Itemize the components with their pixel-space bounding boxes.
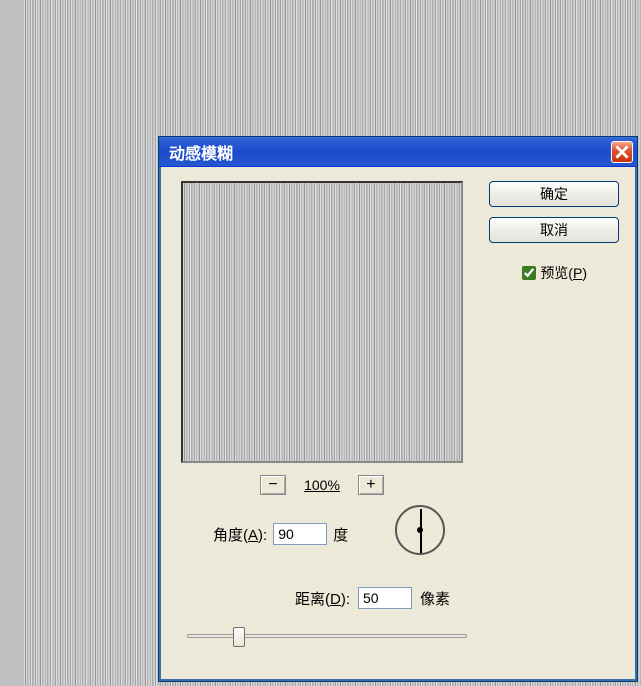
distance-unit: 像素 — [420, 588, 450, 609]
motion-blur-dialog: 动感模糊 − 100% + 确定 取消 预览(P) — [158, 136, 638, 682]
preview-label: 预览(P) — [540, 263, 587, 283]
distance-input[interactable] — [358, 587, 412, 609]
preview-checkbox-row[interactable]: 预览(P) — [522, 263, 587, 283]
cancel-button[interactable]: 取消 — [489, 217, 619, 243]
zoom-in-button[interactable]: + — [358, 475, 384, 495]
distance-row: 距离(D): 像素 — [295, 587, 450, 609]
dialog-body: − 100% + 确定 取消 预览(P) 角度(A): 度 — [163, 169, 633, 677]
angle-dial[interactable] — [395, 505, 449, 559]
preview-texture-overlay — [183, 183, 461, 461]
close-button[interactable] — [611, 141, 633, 163]
dial-center — [417, 527, 423, 533]
zoom-controls: − 100% + — [181, 471, 463, 499]
preview-area[interactable] — [181, 181, 463, 463]
angle-input[interactable] — [273, 523, 327, 545]
angle-unit: 度 — [333, 524, 348, 545]
titlebar[interactable]: 动感模糊 — [159, 137, 637, 167]
slider-track — [187, 634, 467, 638]
angle-row: 角度(A): 度 — [213, 523, 348, 545]
dialog-buttons: 确定 取消 — [489, 181, 619, 243]
angle-label: 角度(A): — [213, 524, 267, 545]
close-icon — [615, 145, 629, 159]
ok-button[interactable]: 确定 — [489, 181, 619, 207]
dialog-title: 动感模糊 — [169, 140, 233, 164]
distance-slider[interactable] — [187, 625, 467, 647]
zoom-out-button[interactable]: − — [260, 475, 286, 495]
distance-label: 距离(D): — [295, 588, 350, 609]
slider-thumb[interactable] — [233, 627, 245, 647]
zoom-percent[interactable]: 100% — [304, 477, 340, 493]
preview-checkbox[interactable] — [522, 266, 536, 280]
